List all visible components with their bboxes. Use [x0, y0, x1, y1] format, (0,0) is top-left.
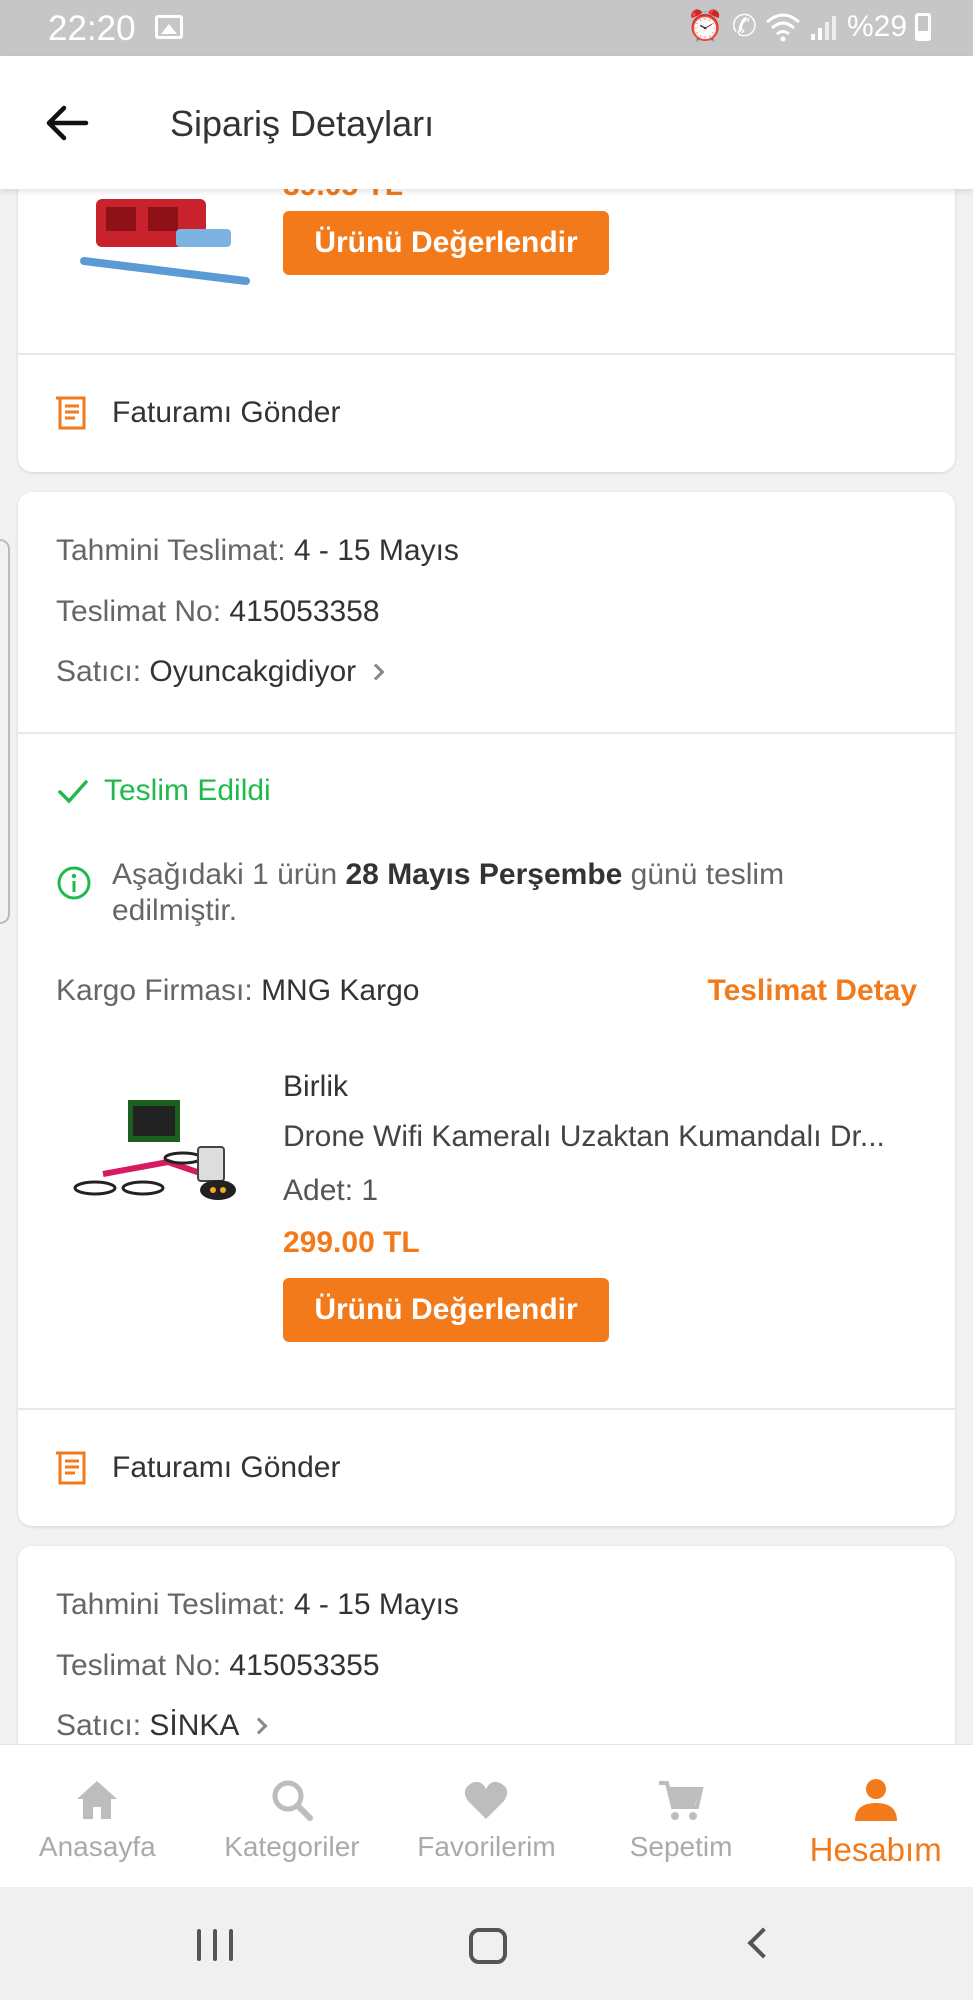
shipment-card-3: Tahmini Teslimat: 4 - 15 Mayıs Teslimat … — [18, 1546, 955, 1744]
tab-cart[interactable]: Sepetim — [584, 1745, 779, 1887]
home-button[interactable] — [469, 1928, 507, 1964]
seller-link[interactable]: Satıcı: SİNKA — [56, 1709, 268, 1743]
cart-icon — [659, 1781, 704, 1820]
product-quantity: Adet: 1 — [283, 1174, 379, 1207]
product-brand: Birlik — [283, 1070, 348, 1103]
delivery-number: Teslimat No: 415053358 — [56, 595, 380, 629]
delivery-detail-link[interactable]: Teslimat Detay — [707, 974, 917, 1008]
battery-icon — [915, 12, 931, 41]
bottom-tab-bar: Anasayfa Kategoriler Favorilerim Sepetim… — [0, 1744, 973, 1887]
status-bar: 22:20 ⏰ ✆ %29 — [0, 0, 973, 56]
status-icons: ⏰ ✆ %29 — [686, 9, 931, 44]
page-title: Sipariş Detayları — [170, 103, 435, 144]
invoice-icon — [56, 396, 86, 430]
tab-categories-label: Kategoriler — [224, 1831, 360, 1862]
delivered-status-text: Teslim Edildi — [104, 774, 271, 807]
info-text-pre: Aşağıdaki 1 ürün — [112, 858, 346, 891]
seller-name: Oyuncakgidiyor — [149, 655, 357, 688]
info-icon — [57, 866, 91, 900]
seller-label: Satıcı: — [56, 1709, 142, 1742]
send-invoice-row[interactable]: Faturamı Gönder — [18, 354, 955, 472]
status-time: 22:20 — [48, 9, 136, 48]
recents-button[interactable] — [197, 1929, 233, 1961]
delivery-number-value: 415053358 — [229, 595, 380, 628]
chevron-right-icon — [250, 1717, 268, 1735]
delivery-number-value: 415053355 — [229, 1649, 380, 1682]
tab-favorites[interactable]: Favorilerim — [389, 1745, 584, 1887]
check-icon — [58, 780, 88, 804]
tab-home-label: Anasayfa — [38, 1831, 156, 1862]
battery-percent: %29 — [846, 9, 907, 43]
order-content[interactable]: 39.05 TL Ürünü Değerlendir Faturamı Gönd… — [0, 189, 973, 1744]
tab-favorites-label: Favorilerim — [417, 1831, 556, 1862]
home-icon — [77, 1781, 118, 1819]
search-icon — [272, 1780, 313, 1821]
system-back-button[interactable] — [747, 1927, 779, 1959]
shipment-card-2: Tahmini Teslimat: 4 - 15 Mayıs Teslimat … — [18, 492, 955, 1526]
invoice-icon — [56, 1451, 86, 1485]
send-invoice-label: Faturamı Gönder — [112, 1451, 341, 1484]
back-arrow-icon[interactable] — [42, 98, 92, 148]
alarm-icon: ⏰ — [686, 10, 724, 43]
product-name[interactable]: Drone Wifi Kameralı Uzaktan Kumandalı Dr… — [283, 1120, 903, 1154]
product-image-drone[interactable] — [73, 1092, 243, 1222]
product-image-toy[interactable] — [76, 189, 256, 289]
seller-name: SİNKA — [149, 1709, 240, 1742]
estimated-delivery-value: 4 - 15 Mayıs — [293, 1588, 459, 1621]
estimated-delivery-value: 4 - 15 Mayıs — [293, 534, 459, 567]
seller-link[interactable]: Satıcı: Oyuncakgidiyor — [56, 655, 385, 689]
send-invoice-row[interactable]: Faturamı Gönder — [18, 1409, 955, 1526]
info-text-date: 28 Mayıs Perşembe — [345, 858, 623, 891]
rate-product-button[interactable]: Ürünü Değerlendir — [283, 211, 609, 275]
system-nav-bar — [0, 1887, 973, 2000]
delivered-status: Teslim Edildi — [56, 774, 271, 808]
tab-cart-label: Sepetim — [629, 1831, 733, 1862]
heart-icon — [465, 1781, 508, 1819]
estimated-delivery-label: Tahmini Teslimat: — [56, 534, 286, 567]
tab-account-label: Hesabım — [809, 1831, 942, 1868]
cargo-label: Kargo Firması: — [56, 974, 253, 1007]
delivery-info: Aşağıdaki 1 ürün 28 Mayıs Perşembe günü … — [56, 857, 872, 929]
divider — [18, 732, 955, 734]
tab-categories[interactable]: Kategoriler — [195, 1745, 390, 1887]
seller-label: Satıcı: — [56, 655, 142, 688]
app-header: Sipariş Detayları — [0, 56, 973, 189]
edge-panel-handle[interactable] — [0, 539, 10, 924]
wifi-icon — [765, 13, 800, 41]
signal-icon — [810, 15, 836, 40]
delivery-number-label: Teslimat No: — [56, 1649, 222, 1682]
tab-account[interactable]: Hesabım — [778, 1745, 973, 1887]
delivery-info-text: Aşağıdaki 1 ürün 28 Mayıs Perşembe günü … — [112, 857, 872, 929]
product-price: 39.05 TL — [283, 189, 403, 203]
tab-home[interactable]: Anasayfa — [0, 1745, 195, 1887]
shipment-card-1: 39.05 TL Ürünü Değerlendir Faturamı Gönd… — [18, 189, 955, 472]
user-icon — [854, 1779, 897, 1821]
product-price: 299.00 TL — [283, 1226, 420, 1259]
cargo-value: MNG Kargo — [261, 974, 420, 1007]
estimated-delivery: Tahmini Teslimat: 4 - 15 Mayıs — [56, 534, 459, 568]
chevron-right-icon — [367, 663, 385, 681]
send-invoice-label: Faturamı Gönder — [112, 396, 341, 429]
delivery-number-label: Teslimat No: — [56, 595, 222, 628]
rate-product-button[interactable]: Ürünü Değerlendir — [283, 1278, 609, 1342]
cargo-company: Kargo Firması: MNG Kargo — [56, 974, 419, 1008]
wifi-call-icon: ✆ — [731, 10, 757, 43]
image-notification-icon — [155, 15, 183, 39]
delivery-number: Teslimat No: 415053355 — [56, 1649, 380, 1683]
estimated-delivery: Tahmini Teslimat: 4 - 15 Mayıs — [56, 1588, 459, 1622]
estimated-delivery-label: Tahmini Teslimat: — [56, 1588, 286, 1621]
